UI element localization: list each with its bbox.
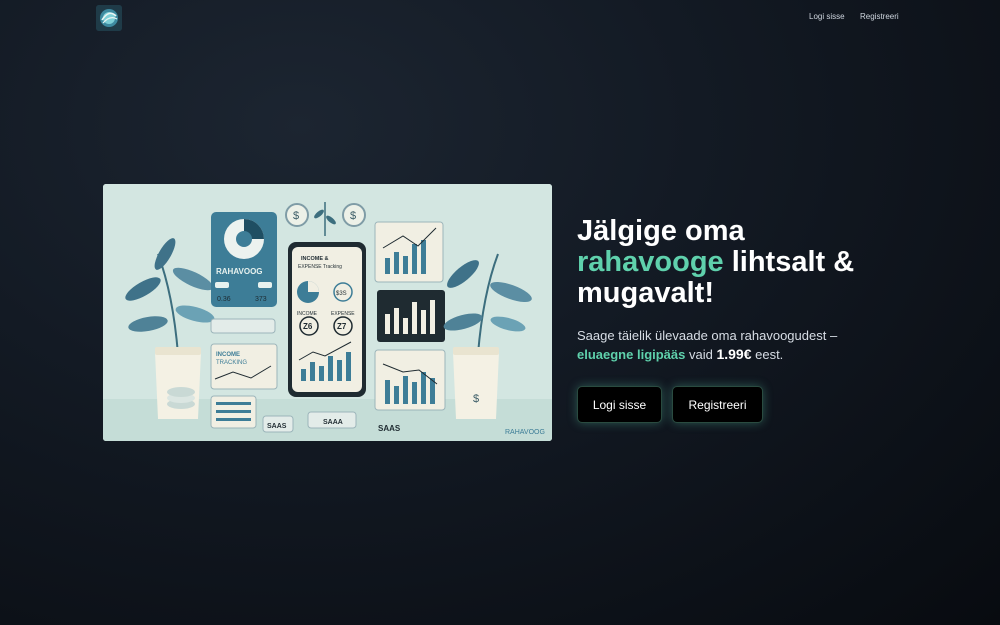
rahavoog-card: RAHAVOOG 0.36 373 <box>211 212 277 307</box>
svg-text:$: $ <box>293 210 299 222</box>
phone-mockup: INCOME & EXPENSE Tracking $3S INCOME EXP… <box>288 242 366 397</box>
svg-text:Z7: Z7 <box>337 322 347 331</box>
svg-text:TRACKING: TRACKING <box>216 360 247 366</box>
top-bar: Logi sisse Registreeri <box>0 0 1000 34</box>
svg-text:EXPENSE Tracking: EXPENSE Tracking <box>298 264 342 270</box>
svg-text:$: $ <box>350 210 356 222</box>
hero-illustration: RAHAVOOG 0.36 373 $ $ INCOME & EXPENSE T… <box>103 184 552 441</box>
nav-login-link[interactable]: Logi sisse <box>809 12 845 21</box>
register-button[interactable]: Registreeri <box>672 386 763 423</box>
logo-icon[interactable] <box>96 5 122 31</box>
svg-text:SAAS: SAAS <box>378 424 401 433</box>
login-button[interactable]: Logi sisse <box>577 386 662 423</box>
hero-headline: Jälgige oma rahavooge lihtsalt & mugaval… <box>577 215 855 309</box>
svg-text:INCOME &: INCOME & <box>301 256 329 262</box>
svg-text:0.36: 0.36 <box>217 296 231 303</box>
svg-text:INCOME: INCOME <box>297 311 318 317</box>
nav-register-link[interactable]: Registreeri <box>860 12 899 21</box>
card-title: RAHAVOOG <box>216 267 263 276</box>
hero-subtext: Saage täielik ülevaade oma rahavoogudest… <box>577 328 838 362</box>
svg-text:SAAS: SAAS <box>267 423 287 430</box>
svg-text:INCOME: INCOME <box>216 352 240 358</box>
svg-text:Z6: Z6 <box>303 322 313 331</box>
svg-text:SAAA: SAAA <box>323 419 343 426</box>
svg-text:$3S: $3S <box>336 291 347 297</box>
svg-text:EXPENSE: EXPENSE <box>331 311 355 317</box>
svg-text:$: $ <box>473 393 479 405</box>
watermark: RAHAVOOG <box>505 429 545 436</box>
svg-text:373: 373 <box>255 296 267 303</box>
